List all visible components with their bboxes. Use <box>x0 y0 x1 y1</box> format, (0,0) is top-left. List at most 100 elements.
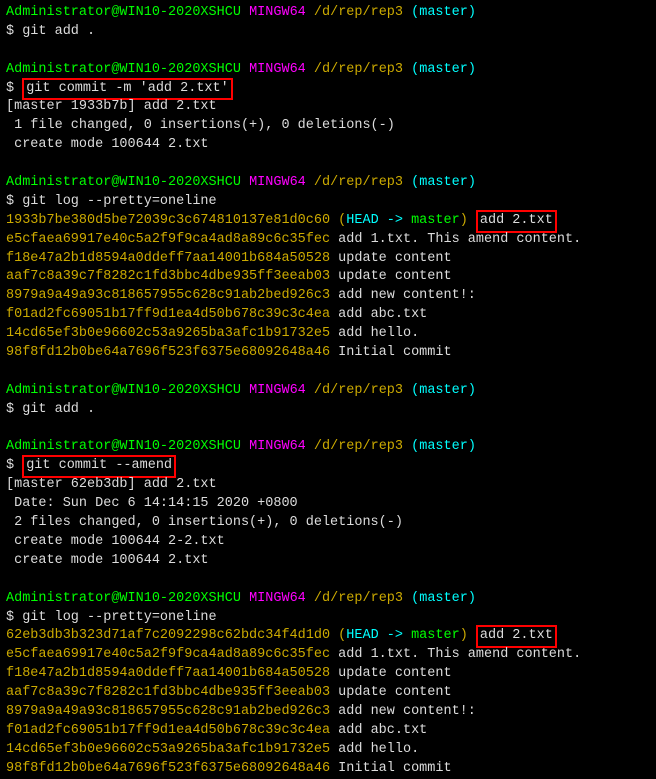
output-line: 2 files changed, 0 insertions(+), 0 dele… <box>6 514 650 533</box>
commit-hash: 8979a9a49a93c818657955c628c91ab2bed926c3 <box>6 704 330 719</box>
cwd-path: /d/rep/rep3 <box>314 439 403 454</box>
head-ref: HEAD -> <box>346 213 411 228</box>
branch-ref: master <box>411 213 460 228</box>
branch: (master) <box>411 383 476 398</box>
output-line: [master 1933b7b] add 2.txt <box>6 98 650 117</box>
prompt-dollar: $ <box>6 24 22 39</box>
shell-tag: MINGW64 <box>249 591 306 606</box>
prompt-line: Administrator@WIN10-2020XSHCU MINGW64 /d… <box>6 4 650 23</box>
commit-hash: aaf7c8a39c7f8282c1fd3bbc4dbe935ff3eeab03 <box>6 269 330 284</box>
commit-hash: 98f8fd12b0be64a7696f523f6375e68092648a46 <box>6 761 330 776</box>
command-line: $ git commit --amend <box>6 457 650 476</box>
output-line: create mode 100644 2.txt <box>6 136 650 155</box>
command-text: git log --pretty=oneline <box>22 194 216 209</box>
git-log-line: f01ad2fc69051b17ff9d1ea4d50b678c39c3c4ea… <box>6 722 650 741</box>
prompt-dollar: $ <box>6 194 22 209</box>
branch: (master) <box>411 62 476 77</box>
commit-msg: update content <box>330 685 452 700</box>
user-host: Administrator@WIN10-2020XSHCU <box>6 383 241 398</box>
branch: (master) <box>411 439 476 454</box>
commit-msg: add new content!: <box>330 288 476 303</box>
commit-hash: 14cd65ef3b0e96602c53a9265ba3afc1b91732e5 <box>6 326 330 341</box>
git-log-line: f18e47a2b1d8594a0ddeff7aa14001b684a50528… <box>6 250 650 269</box>
shell-tag: MINGW64 <box>249 383 306 398</box>
highlighted-commit-msg: add 2.txt <box>476 210 557 233</box>
commit-hash: f01ad2fc69051b17ff9d1ea4d50b678c39c3c4ea <box>6 723 330 738</box>
git-log-line: 8979a9a49a93c818657955c628c91ab2bed926c3… <box>6 703 650 722</box>
commit-msg: add abc.txt <box>330 723 427 738</box>
command-text: git add . <box>22 402 95 417</box>
highlighted-commit-msg: add 2.txt <box>476 625 557 648</box>
commit-msg: add new content!: <box>330 704 476 719</box>
shell-tag: MINGW64 <box>249 62 306 77</box>
command-text: git log --pretty=oneline <box>22 610 216 625</box>
head-ref: HEAD -> <box>346 628 411 643</box>
user-host: Administrator@WIN10-2020XSHCU <box>6 591 241 606</box>
commit-msg: add 1.txt. This amend content. <box>330 232 581 247</box>
output-line: Date: Sun Dec 6 14:14:15 2020 +0800 <box>6 495 650 514</box>
blank-line <box>6 420 650 439</box>
commit-msg: add hello. <box>330 326 419 341</box>
git-log-line: 1933b7be380d5be72039c3c674810137e81d0c60… <box>6 212 650 231</box>
output-line: 1 file changed, 0 insertions(+), 0 delet… <box>6 117 650 136</box>
git-log-line: f01ad2fc69051b17ff9d1ea4d50b678c39c3c4ea… <box>6 306 650 325</box>
git-log-line: 98f8fd12b0be64a7696f523f6375e68092648a46… <box>6 344 650 363</box>
command-line: $ git commit -m 'add 2.txt' <box>6 80 650 99</box>
branch: (master) <box>411 5 476 20</box>
commit-msg: Initial commit <box>330 345 452 360</box>
git-log-line: 8979a9a49a93c818657955c628c91ab2bed926c3… <box>6 287 650 306</box>
user-host: Administrator@WIN10-2020XSHCU <box>6 175 241 190</box>
commit-msg: add hello. <box>330 742 419 757</box>
cwd-path: /d/rep/rep3 <box>314 5 403 20</box>
commit-hash: 8979a9a49a93c818657955c628c91ab2bed926c3 <box>6 288 330 303</box>
git-log-line: 98f8fd12b0be64a7696f523f6375e68092648a46… <box>6 760 650 779</box>
commit-hash: f01ad2fc69051b17ff9d1ea4d50b678c39c3c4ea <box>6 307 330 322</box>
branch: (master) <box>411 591 476 606</box>
cwd-path: /d/rep/rep3 <box>314 591 403 606</box>
prompt-dollar: $ <box>6 458 22 473</box>
commit-hash: 1933b7be380d5be72039c3c674810137e81d0c60 <box>6 213 330 228</box>
commit-hash: f18e47a2b1d8594a0ddeff7aa14001b684a50528 <box>6 251 330 266</box>
terminal-output[interactable]: Administrator@WIN10-2020XSHCU MINGW64 /d… <box>6 4 650 779</box>
git-log-line: 14cd65ef3b0e96602c53a9265ba3afc1b91732e5… <box>6 325 650 344</box>
shell-tag: MINGW64 <box>249 175 306 190</box>
cwd-path: /d/rep/rep3 <box>314 175 403 190</box>
commit-msg: add 1.txt. This amend content. <box>330 647 581 662</box>
prompt-line: Administrator@WIN10-2020XSHCU MINGW64 /d… <box>6 174 650 193</box>
shell-tag: MINGW64 <box>249 439 306 454</box>
git-log-line: aaf7c8a39c7f8282c1fd3bbc4dbe935ff3eeab03… <box>6 268 650 287</box>
commit-hash: 98f8fd12b0be64a7696f523f6375e68092648a46 <box>6 345 330 360</box>
prompt-line: Administrator@WIN10-2020XSHCU MINGW64 /d… <box>6 382 650 401</box>
git-log-line: aaf7c8a39c7f8282c1fd3bbc4dbe935ff3eeab03… <box>6 684 650 703</box>
blank-line <box>6 571 650 590</box>
git-log-line: e5cfaea69917e40c5a2f9f9ca4ad8a89c6c35fec… <box>6 646 650 665</box>
commit-msg: Initial commit <box>330 761 452 776</box>
commit-hash: f18e47a2b1d8594a0ddeff7aa14001b684a50528 <box>6 666 330 681</box>
commit-hash: e5cfaea69917e40c5a2f9f9ca4ad8a89c6c35fec <box>6 647 330 662</box>
highlighted-command: git commit -m 'add 2.txt' <box>22 78 233 101</box>
user-host: Administrator@WIN10-2020XSHCU <box>6 439 241 454</box>
commit-hash: 62eb3db3b323d71af7c2092298c62bdc34f4d1d0 <box>6 628 330 643</box>
commit-msg: update content <box>330 666 452 681</box>
output-line: [master 62eb3db] add 2.txt <box>6 476 650 495</box>
output-line: create mode 100644 2.txt <box>6 552 650 571</box>
prompt-dollar: $ <box>6 402 22 417</box>
commit-msg: update content <box>330 251 452 266</box>
branch: (master) <box>411 175 476 190</box>
git-log-line: f18e47a2b1d8594a0ddeff7aa14001b684a50528… <box>6 665 650 684</box>
command-text: git add . <box>22 24 95 39</box>
blank-line <box>6 363 650 382</box>
prompt-dollar: $ <box>6 81 22 96</box>
commit-msg: add abc.txt <box>330 307 427 322</box>
command-line: $ git add . <box>6 401 650 420</box>
blank-line <box>6 155 650 174</box>
git-log-line: 62eb3db3b323d71af7c2092298c62bdc34f4d1d0… <box>6 627 650 646</box>
git-log-line: e5cfaea69917e40c5a2f9f9ca4ad8a89c6c35fec… <box>6 231 650 250</box>
branch-ref: master <box>411 628 460 643</box>
git-log-line: 14cd65ef3b0e96602c53a9265ba3afc1b91732e5… <box>6 741 650 760</box>
commit-msg: update content <box>330 269 452 284</box>
highlighted-command: git commit --amend <box>22 455 176 478</box>
commit-hash: aaf7c8a39c7f8282c1fd3bbc4dbe935ff3eeab03 <box>6 685 330 700</box>
user-host: Administrator@WIN10-2020XSHCU <box>6 5 241 20</box>
blank-line <box>6 42 650 61</box>
